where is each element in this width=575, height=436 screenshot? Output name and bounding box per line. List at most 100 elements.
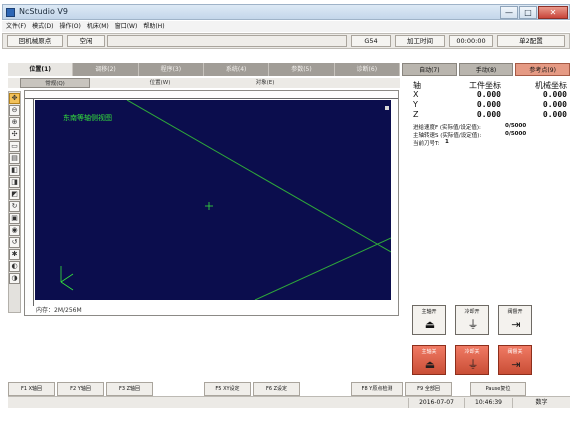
window-zoom-icon[interactable]: ▭	[9, 141, 20, 152]
feed-rate-value: 0/5000	[505, 123, 527, 129]
coolant-off-button[interactable]: 冷却关 ⏚	[455, 345, 489, 375]
tab-parameters[interactable]: 参数(5)	[269, 63, 335, 76]
coolant-off-label: 冷却关	[464, 349, 480, 355]
coolant-off-icon: ⏚	[467, 358, 479, 371]
subtab-general[interactable]: 常规(Q)	[20, 78, 90, 88]
minimize-button[interactable]: —	[500, 6, 518, 19]
zoom-in-icon[interactable]: ⊕	[9, 117, 20, 128]
tab-diagnosis[interactable]: 诊断(6)	[334, 63, 400, 76]
process-time-label: 加工时间	[395, 35, 445, 47]
side-view-icon[interactable]: ◨	[9, 177, 20, 188]
maximize-button[interactable]: □	[519, 6, 537, 19]
menu-help[interactable]: 帮助(H)	[143, 21, 164, 32]
machine-state: 空闲	[67, 35, 105, 47]
menu-file[interactable]: 文件(F)	[6, 21, 26, 32]
toolpath-canvas[interactable]: 东南等轴侧视图	[35, 100, 391, 300]
spindle-on-button[interactable]: 主轴开 ⏏	[412, 305, 446, 335]
tab-offset[interactable]: 调移(2)	[73, 63, 139, 76]
valve-on-button[interactable]: 阀督开 ⇥	[498, 305, 532, 335]
tab-manual[interactable]: 手动(8)	[458, 63, 514, 76]
close-button[interactable]: ✕	[538, 6, 568, 19]
pan-tool-icon[interactable]: ✥	[9, 93, 20, 104]
top-view-icon[interactable]: ▤	[9, 153, 20, 164]
axis-label-x: X	[413, 90, 419, 99]
f2-y-home-button[interactable]: F2 Y轴回	[57, 382, 104, 396]
tab-program[interactable]: 程序(3)	[138, 63, 204, 76]
axis-label-y: Y	[413, 100, 418, 109]
config-button[interactable]: 单2配置	[497, 35, 565, 47]
zoom-out-icon[interactable]: ⊖	[9, 105, 20, 116]
spindle-off-icon: ⏏	[424, 358, 436, 371]
measure-icon[interactable]: ◐	[9, 261, 20, 272]
valve-off-icon: ⇥	[511, 358, 521, 371]
right-tab-bar: 自动(7) 手动(8) 参考点(9)	[402, 63, 571, 76]
feed-rate-row: 进给速度F (实际值/设定值): 0/5000	[413, 123, 568, 131]
track-view-panel: 东南等轴侧视图 内存：2M/256M	[24, 90, 399, 316]
spindle-icon: ⏏	[424, 318, 436, 331]
function-key-bar: F1 X轴回 F2 Y轴回 F3 Z轴回 F5 XY设定 F6 Z设定 F8 Y…	[8, 382, 570, 396]
toolpath-svg	[60, 100, 391, 300]
zoom-fit-icon[interactable]: ✣	[9, 129, 20, 140]
tracking-icon[interactable]: ◉	[9, 225, 20, 236]
spindle-controls: 主轴开 ⏏ 冷却开 ⏚ 阀督开 ⇥ 主轴关 ⏏ 冷却关 ⏚ 阀督关 ⇥	[412, 305, 532, 375]
path-line-secondary	[254, 237, 391, 300]
axis-label-z: Z	[413, 110, 419, 119]
work-coord-z: 0.000	[476, 110, 501, 119]
status-input-mode: 数字	[512, 398, 570, 408]
f6-z-set-button[interactable]: F6 Z设定	[253, 382, 300, 396]
pause-reset-button[interactable]: Pause复位	[470, 382, 526, 396]
spindle-off-label: 主轴关	[421, 349, 437, 355]
f3-z-home-button[interactable]: F3 Z轴回	[106, 382, 153, 396]
menu-machine[interactable]: 机床(M)	[87, 21, 109, 32]
title-bar: NcStudio V9 — □ ✕	[2, 4, 570, 20]
status-date: 2016-07-07	[408, 398, 464, 408]
subtab-position[interactable]: 位置(W)	[125, 78, 195, 88]
f8-origin-detect-button[interactable]: F8 Y原点检测	[351, 382, 403, 396]
reset-view-icon[interactable]: ◑	[9, 273, 20, 284]
clear-path-icon[interactable]: ▣	[9, 213, 20, 224]
tab-auto[interactable]: 自动(7)	[402, 63, 457, 76]
valve-on-label: 阀督开	[507, 309, 523, 315]
axis-x-indicator	[60, 281, 74, 291]
machine-coord-x: 0.000	[542, 90, 567, 99]
feed-rate-label: 进给速度F (实际值/设定值):	[413, 125, 481, 131]
work-coord-y: 0.000	[476, 100, 501, 109]
menu-operation[interactable]: 操作(O)	[59, 21, 80, 32]
f1-x-home-button[interactable]: F1 X轴回	[8, 382, 55, 396]
feed-info: 进给速度F (实际值/设定值): 0/5000 主轴转速S (实际值/设定值):…	[413, 123, 568, 147]
menu-mode[interactable]: 模式(D)	[32, 21, 53, 32]
refresh-icon[interactable]: ↺	[9, 237, 20, 248]
coord-header-row: 轴 工件坐标 机械坐标	[413, 80, 568, 90]
spindle-speed-value: 0/5000	[505, 131, 527, 137]
coord-row-x: X 0.000 0.000	[413, 90, 568, 100]
path-line-main	[126, 100, 391, 253]
coolant-on-button[interactable]: 冷却开 ⏚	[455, 305, 489, 335]
tab-system[interactable]: 系统(4)	[203, 63, 270, 76]
menu-bar: 文件(F) 模式(D) 操作(O) 机床(M) 窗口(W) 帮助(H)	[2, 21, 570, 32]
subtab-object[interactable]: 对象(E)	[230, 78, 300, 88]
valve-off-button[interactable]: 阀督关 ⇥	[498, 345, 532, 375]
tab-reference-point[interactable]: 参考点(9)	[515, 63, 571, 76]
spindle-off-button[interactable]: 主轴关 ⏏	[412, 345, 446, 375]
spindle-speed-row: 主轴转速S (实际值/设定值): 0/5000	[413, 131, 568, 139]
spindle-on-label: 主轴开	[421, 309, 437, 315]
memory-status: 内存：2M/256M	[36, 307, 82, 314]
iso-view-icon[interactable]: ◩	[9, 189, 20, 200]
bottom-status-bar: 2016-07-07 10:46:39 数字	[8, 396, 570, 408]
coolant-icon: ⏚	[467, 318, 479, 331]
f5-xy-set-button[interactable]: F5 XY设定	[204, 382, 251, 396]
settings-icon[interactable]: ✱	[9, 249, 20, 260]
rotate-view-icon[interactable]: ↻	[9, 201, 20, 212]
menu-window[interactable]: 窗口(W)	[115, 21, 138, 32]
home-button[interactable]: 回机械原点	[7, 35, 63, 47]
canvas-corner-marker	[385, 106, 389, 110]
status-time: 10:46:39	[464, 398, 512, 408]
f10-empty-slot	[454, 382, 468, 396]
f4-empty-slot	[155, 382, 202, 396]
left-tab-bar: 位置(1) 调移(2) 程序(3) 系统(4) 参数(5) 诊断(6)	[8, 63, 400, 76]
spindle-speed-label: 主轴转速S (实际值/设定值):	[413, 133, 482, 139]
f7-empty-slot	[302, 382, 349, 396]
front-view-icon[interactable]: ◧	[9, 165, 20, 176]
tab-position[interactable]: 位置(1)	[8, 63, 74, 76]
f9-all-home-button[interactable]: F9 全部回	[405, 382, 452, 396]
